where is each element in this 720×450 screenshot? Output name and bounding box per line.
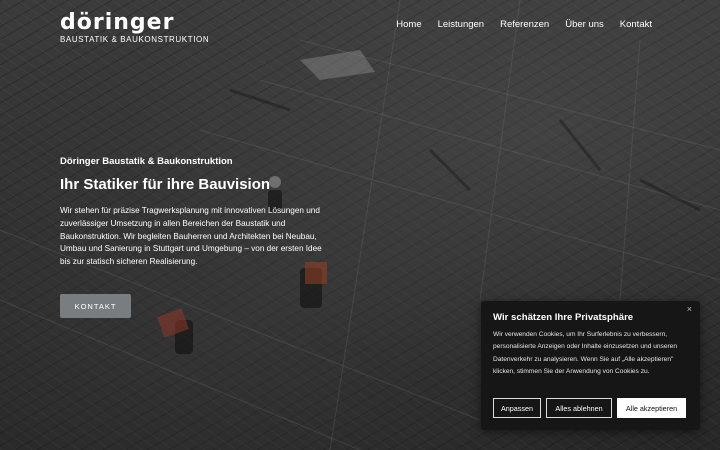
logo-wordmark: döringer: [60, 10, 175, 35]
reject-all-button[interactable]: Alles ablehnen: [546, 398, 612, 418]
nav-item-home[interactable]: Home: [396, 19, 421, 30]
nav-item-kontakt[interactable]: Kontakt: [620, 19, 652, 30]
hero-headline: Ihr Statiker für ihre Bauvision: [60, 176, 271, 193]
logo[interactable]: döringer BAUSTATIK & BAUKONSTRUKTION: [60, 10, 210, 45]
hero-eyebrow: Döringer Baustatik & Baukonstruktion: [60, 156, 233, 167]
main-nav: Home Leistungen Referenzen Über uns Kont…: [396, 19, 652, 30]
contact-button[interactable]: KONTAKT: [60, 294, 131, 318]
nav-item-leistungen[interactable]: Leistungen: [438, 19, 484, 30]
close-icon[interactable]: ×: [687, 304, 692, 314]
logo-tagline: BAUSTATIK & BAUKONSTRUKTION: [60, 35, 210, 44]
nav-item-ueber-uns[interactable]: Über uns: [565, 19, 604, 30]
hero-intro-text: Wir stehen für präzise Tragwerksplanung …: [60, 206, 322, 267]
cookie-banner-text: Wir verwenden Cookies, um Ihr Surferlebn…: [493, 331, 678, 375]
accept-all-button[interactable]: Alle akzeptieren: [617, 398, 686, 418]
customize-button[interactable]: Anpassen: [493, 398, 541, 418]
cookie-consent-banner: × Wir schätzen Ihre Privatsphäre Wir ver…: [481, 301, 700, 430]
cookie-button-group: Anpassen Alles ablehnen Alle akzeptieren: [493, 398, 686, 418]
cookie-banner-title: Wir schätzen Ihre Privatsphäre: [493, 312, 634, 323]
nav-item-referenzen[interactable]: Referenzen: [500, 19, 549, 30]
